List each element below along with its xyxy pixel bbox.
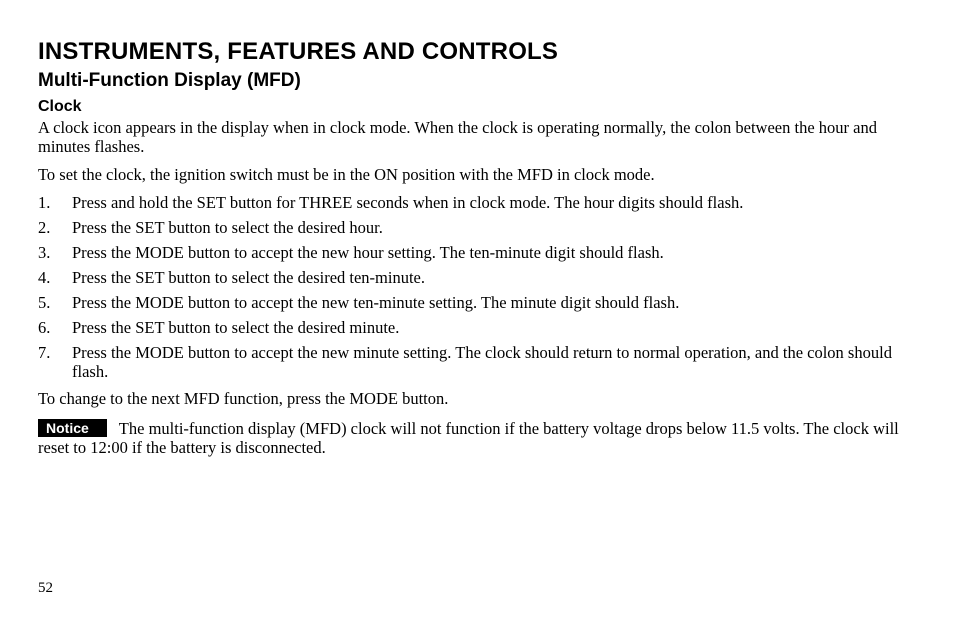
- notice-text: The multi-function display (MFD) clock w…: [38, 419, 899, 457]
- section-heading: Multi-Function Display (MFD): [38, 70, 916, 92]
- intro-paragraph-2: To set the clock, the ignition switch mu…: [38, 166, 916, 185]
- intro-paragraph-1: A clock icon appears in the display when…: [38, 119, 916, 157]
- steps-list: Press and hold the SET button for THREE …: [38, 194, 916, 382]
- subsection-heading: Clock: [38, 98, 916, 116]
- notice-badge: Notice: [38, 419, 107, 438]
- step-item: Press the SET button to select the desir…: [38, 269, 916, 288]
- step-item: Press the MODE button to accept the new …: [38, 294, 916, 313]
- step-item: Press the MODE button to accept the new …: [38, 244, 916, 263]
- step-item: Press the MODE button to accept the new …: [38, 344, 916, 382]
- step-item: Press the SET button to select the desir…: [38, 319, 916, 338]
- notice-paragraph: NoticeThe multi-function display (MFD) c…: [38, 419, 916, 458]
- step-item: Press and hold the SET button for THREE …: [38, 194, 916, 213]
- chapter-heading: INSTRUMENTS, FEATURES AND CONTROLS: [38, 38, 916, 66]
- page-number: 52: [38, 580, 53, 597]
- step-item: Press the SET button to select the desir…: [38, 219, 916, 238]
- outro-paragraph: To change to the next MFD function, pres…: [38, 390, 916, 409]
